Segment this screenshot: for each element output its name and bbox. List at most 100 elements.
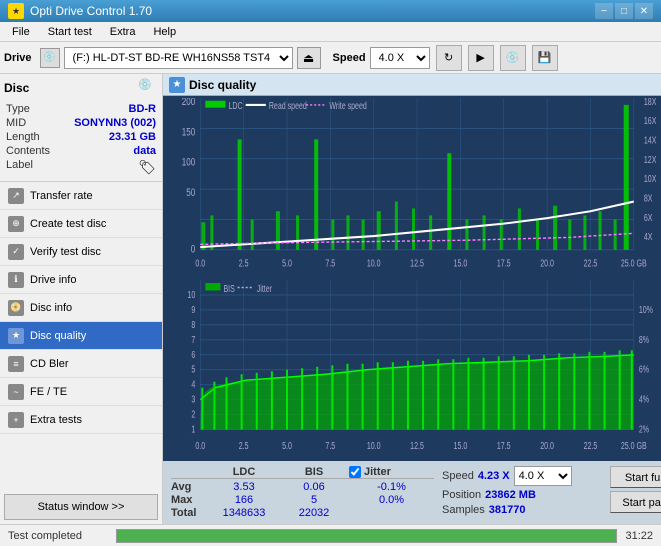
- svg-text:0: 0: [191, 244, 195, 257]
- disc-section-title: Disc: [4, 81, 29, 95]
- nav-disc-info-label: Disc info: [30, 302, 72, 314]
- nav-disc-info[interactable]: 📀 Disc info: [0, 294, 162, 322]
- charts-area: 200 150 100 50 0 18X 16X 14X 12X 10X 8X …: [163, 96, 661, 461]
- svg-text:6X: 6X: [644, 212, 653, 223]
- nav-drive-info[interactable]: ℹ Drive info: [0, 266, 162, 294]
- svg-text:Read speed: Read speed: [269, 100, 307, 111]
- nav-items: ↗ Transfer rate ⊕ Create test disc ✓ Ver…: [0, 182, 162, 490]
- nav-verify-test-disc[interactable]: ✓ Verify test disc: [0, 238, 162, 266]
- disc-section: Disc 💿 Type BD-R MID SONYNN3 (002) Lengt…: [0, 74, 162, 182]
- svg-text:2.5: 2.5: [239, 257, 249, 268]
- position-label: Position: [442, 489, 481, 501]
- samples-value: 381770: [489, 504, 526, 516]
- verify-test-disc-icon: ✓: [8, 244, 24, 260]
- disc-read-button[interactable]: 💿: [500, 45, 526, 71]
- svg-text:12.5: 12.5: [410, 257, 424, 268]
- svg-text:4: 4: [191, 378, 195, 390]
- titlebar-left: ★ Opti Drive Control 1.70: [8, 3, 152, 19]
- refresh-button[interactable]: ↻: [436, 45, 462, 71]
- toolbar: Drive 💿 (F:) HL-DT-ST BD-RE WH16NS58 TST…: [0, 42, 661, 74]
- minimize-button[interactable]: −: [595, 3, 613, 19]
- svg-text:15.0: 15.0: [454, 439, 468, 451]
- disc-length-label: Length: [6, 131, 40, 143]
- start-full-button[interactable]: Start full: [610, 466, 661, 488]
- svg-text:3: 3: [191, 393, 195, 405]
- svg-text:17.5: 17.5: [497, 439, 511, 451]
- total-bis-value: 22032: [279, 507, 349, 519]
- nav-fe-te-label: FE / TE: [30, 386, 67, 398]
- svg-text:10X: 10X: [644, 173, 657, 184]
- svg-text:0.0: 0.0: [195, 439, 205, 451]
- status-time: 31:22: [625, 530, 653, 542]
- menu-help[interactable]: Help: [145, 24, 184, 40]
- nav-create-test-disc[interactable]: ⊕ Create test disc: [0, 210, 162, 238]
- svg-text:14X: 14X: [644, 134, 657, 145]
- avg-ldc-value: 3.53: [209, 481, 279, 493]
- svg-text:0.0: 0.0: [195, 257, 205, 268]
- cd-bler-icon: ≡: [8, 356, 24, 372]
- chart-bis-svg: 10 9 8 7 6 5 4 3 2 1 10% 8% 6% 4% 2%: [165, 280, 659, 460]
- nav-disc-quality[interactable]: ★ Disc quality: [0, 322, 162, 350]
- svg-text:2.5: 2.5: [239, 439, 249, 451]
- svg-text:5.0: 5.0: [282, 439, 292, 451]
- nav-transfer-rate[interactable]: ↗ Transfer rate: [0, 182, 162, 210]
- speed-select[interactable]: 4.0 X: [514, 466, 572, 486]
- svg-text:6: 6: [191, 348, 195, 360]
- status-window-button[interactable]: Status window >>: [4, 494, 158, 520]
- nav-extra-tests[interactable]: + Extra tests: [0, 406, 162, 434]
- drive-info-icon: ℹ: [8, 272, 24, 288]
- svg-text:BIS: BIS: [223, 282, 234, 294]
- titlebar: ★ Opti Drive Control 1.70 − □ ✕: [0, 0, 661, 22]
- svg-text:18X: 18X: [644, 98, 657, 107]
- jitter-col-header: Jitter: [349, 466, 434, 478]
- action-buttons: Start full Start part: [610, 466, 661, 513]
- svg-text:10: 10: [187, 288, 195, 300]
- eject-button[interactable]: ⏏: [297, 47, 321, 69]
- svg-text:Write speed: Write speed: [329, 100, 367, 111]
- disc-info-icon: 📀: [8, 300, 24, 316]
- menu-file[interactable]: File: [4, 24, 38, 40]
- titlebar-controls: − □ ✕: [595, 3, 653, 19]
- svg-text:12.5: 12.5: [410, 439, 424, 451]
- disc-section-icon: 💿: [138, 78, 158, 98]
- svg-text:50: 50: [186, 187, 195, 200]
- menu-extra[interactable]: Extra: [102, 24, 144, 40]
- svg-text:12X: 12X: [644, 154, 657, 165]
- start-button[interactable]: ▶: [468, 45, 494, 71]
- menu-start-test[interactable]: Start test: [40, 24, 100, 40]
- close-button[interactable]: ✕: [635, 3, 653, 19]
- nav-drive-info-label: Drive info: [30, 274, 76, 286]
- fe-te-icon: ~: [8, 384, 24, 400]
- nav-create-test-disc-label: Create test disc: [30, 218, 106, 230]
- progress-bar-fill: [117, 530, 616, 542]
- nav-cd-bler-label: CD Bler: [30, 358, 69, 370]
- content-header-icon: ★: [169, 77, 185, 93]
- disc-mid-row: MID SONYNN3 (002): [4, 116, 158, 130]
- jitter-checkbox[interactable]: [349, 466, 361, 478]
- svg-text:5.0: 5.0: [282, 257, 292, 268]
- bottom-controls: LDC BIS Jitter Avg 3.53 0.06 -0.1%: [163, 461, 661, 524]
- transfer-rate-icon: ↗: [8, 188, 24, 204]
- bis-col-header: BIS: [279, 466, 349, 478]
- svg-text:25.0 GB: 25.0 GB: [621, 439, 647, 451]
- svg-text:7.5: 7.5: [325, 439, 335, 451]
- speed-select[interactable]: 4.0 X: [370, 47, 430, 69]
- disc-label-row: Label 🏷: [4, 158, 158, 177]
- chart-ldc: 200 150 100 50 0 18X 16X 14X 12X 10X 8X …: [165, 98, 659, 278]
- svg-text:22.5: 22.5: [584, 439, 598, 451]
- samples-row: Samples 381770: [442, 504, 602, 516]
- nav-cd-bler[interactable]: ≡ CD Bler: [0, 350, 162, 378]
- disc-length-row: Length 23.31 GB: [4, 130, 158, 144]
- maximize-button[interactable]: □: [615, 3, 633, 19]
- start-part-button[interactable]: Start part: [610, 491, 661, 513]
- save-button[interactable]: 💾: [532, 45, 558, 71]
- content-title: Disc quality: [189, 78, 256, 92]
- nav-fe-te[interactable]: ~ FE / TE: [0, 378, 162, 406]
- drive-selector-group: 💿 (F:) HL-DT-ST BD-RE WH16NS58 TST4 ⏏: [40, 47, 321, 69]
- svg-text:8X: 8X: [644, 192, 653, 203]
- drive-select[interactable]: (F:) HL-DT-ST BD-RE WH16NS58 TST4: [64, 47, 293, 69]
- svg-text:20.0: 20.0: [540, 257, 554, 268]
- disc-length-value: 23.31 GB: [109, 131, 156, 143]
- statusbar: Test completed 31:22: [0, 524, 661, 546]
- menubar: File Start test Extra Help: [0, 22, 661, 42]
